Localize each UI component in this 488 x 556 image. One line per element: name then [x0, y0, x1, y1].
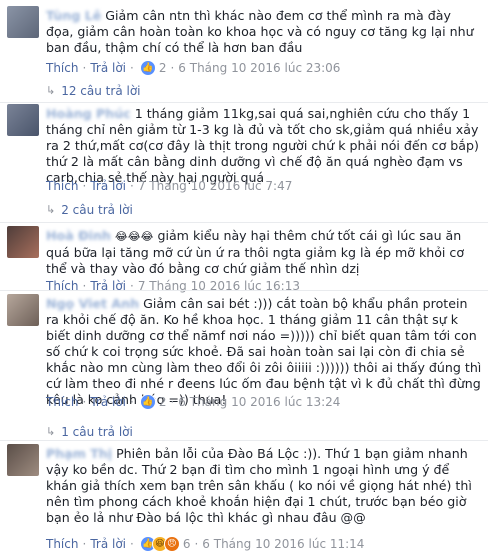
avatar[interactable]: [7, 294, 39, 326]
divider: [0, 102, 488, 103]
avatar[interactable]: [7, 226, 39, 258]
view-replies[interactable]: ↳ 1 câu trả lời: [46, 424, 133, 440]
reaction-count: 2: [158, 395, 167, 409]
separator-dot: ·: [130, 537, 134, 551]
separator-dot: ·: [82, 179, 87, 193]
comment-timestamp[interactable]: 6 Tháng 10 2016 lúc 13:24: [178, 394, 340, 410]
reaction-summary[interactable]: 👍 2: [139, 394, 167, 410]
comment-thread: Tùng Lê Giảm cân ntn thì khác nào đem cơ …: [0, 0, 488, 556]
like-link[interactable]: Thích: [46, 536, 78, 552]
separator-dot: ·: [82, 395, 87, 409]
reply-link[interactable]: Trả lời: [90, 60, 126, 76]
like-reaction-icon: 👍: [139, 60, 156, 76]
comment-body: Ngọ Viet Anh Giảm cân sai bét :))) cắt to…: [46, 296, 482, 408]
view-replies[interactable]: ↳ 2 câu trả lời: [46, 202, 133, 218]
replies-count-link[interactable]: 2 câu trả lời: [61, 202, 133, 218]
reaction-count: 2: [158, 61, 167, 75]
like-link[interactable]: Thích: [46, 394, 78, 410]
divider: [0, 440, 488, 441]
reply-link[interactable]: Trả lời: [90, 536, 126, 552]
comment-author[interactable]: Hoà Đinh: [46, 228, 111, 243]
comment-author[interactable]: Phạm Thị: [46, 446, 112, 461]
replies-count-link[interactable]: 12 câu trả lời: [61, 83, 140, 99]
avatar[interactable]: [7, 444, 39, 476]
comment-body: Phạm Thị Phiên bản lỗi của Đào Bá Lộc :))…: [46, 446, 482, 526]
avatar[interactable]: [7, 104, 39, 136]
comment-body: Hoàng Phúc 1 tháng giảm 11kg,sai quá sai,…: [46, 106, 482, 186]
reply-link[interactable]: Trả lời: [90, 278, 126, 294]
comment-text: Giảm cân sai bét :))) cắt toàn bộ khẩu p…: [46, 296, 482, 407]
comment-timestamp[interactable]: 6 Tháng 10 2016 lúc 23:06: [178, 60, 340, 76]
comment-author[interactable]: Tùng Lê: [46, 8, 101, 23]
separator-dot: ·: [130, 395, 134, 409]
comment-actions: Thích · Trả lời · 👍 😆 😠 6 · 6 Tháng 10 2…: [46, 536, 364, 552]
comment-actions: Thích · Trả lời · 👍 2 · 6 Tháng 10 2016 …: [46, 60, 340, 76]
divider: [0, 222, 488, 223]
replies-count-link[interactable]: 1 câu trả lời: [61, 424, 133, 440]
separator-dot: ·: [170, 61, 175, 75]
laughing-emoji-icon: 😂😂😂: [114, 230, 154, 243]
comment-body: Hoà Đinh 😂😂😂 giảm kiểu này hại thêm chứ t…: [46, 228, 482, 277]
reaction-summary[interactable]: 👍 😆 😠 6: [139, 536, 191, 552]
avatar[interactable]: [7, 6, 39, 38]
comment-author[interactable]: Hoàng Phúc: [46, 106, 131, 121]
comment-actions: Thích · Trả lời · 7 Tháng 10 2016 lúc 7:…: [46, 178, 292, 194]
angry-reaction-icon: 😠: [163, 536, 180, 552]
like-reaction-icon: 👍: [139, 394, 156, 410]
separator-dot: ·: [82, 279, 87, 293]
separator-dot: ·: [82, 61, 87, 75]
comment-timestamp[interactable]: 7 Tháng 10 2016 lúc 7:47: [138, 178, 293, 194]
reaction-count: 6: [182, 537, 191, 551]
reply-arrow-icon: ↳: [46, 84, 56, 97]
separator-dot: ·: [130, 179, 134, 193]
comment-timestamp[interactable]: 7 Tháng 10 2016 lúc 16:13: [138, 278, 300, 294]
separator-dot: ·: [130, 61, 134, 75]
reply-arrow-icon: ↳: [46, 203, 56, 216]
like-link[interactable]: Thích: [46, 178, 78, 194]
like-link[interactable]: Thích: [46, 60, 78, 76]
divider: [0, 290, 488, 291]
separator-dot: ·: [130, 279, 134, 293]
reply-link[interactable]: Trả lời: [90, 394, 126, 410]
comment-actions: Thích · Trả lời · 👍 2 · 6 Tháng 10 2016 …: [46, 394, 340, 410]
separator-dot: ·: [194, 537, 199, 551]
comment-actions: Thích · Trả lời · 7 Tháng 10 2016 lúc 16…: [46, 278, 300, 294]
comment-text: Giảm cân ntn thì khác nào đem cơ thể mìn…: [46, 8, 474, 55]
separator-dot: ·: [170, 395, 175, 409]
reaction-summary[interactable]: 👍 2: [139, 60, 167, 76]
comment-author[interactable]: Ngọ Viet Anh: [46, 296, 139, 311]
comment-timestamp[interactable]: 6 Tháng 10 2016 lúc 11:14: [202, 536, 364, 552]
separator-dot: ·: [82, 537, 87, 551]
comment-body: Tùng Lê Giảm cân ntn thì khác nào đem cơ …: [46, 8, 482, 56]
reply-arrow-icon: ↳: [46, 425, 56, 438]
reply-link[interactable]: Trả lời: [90, 178, 126, 194]
view-replies[interactable]: ↳ 12 câu trả lời: [46, 83, 141, 99]
like-link[interactable]: Thích: [46, 278, 78, 294]
